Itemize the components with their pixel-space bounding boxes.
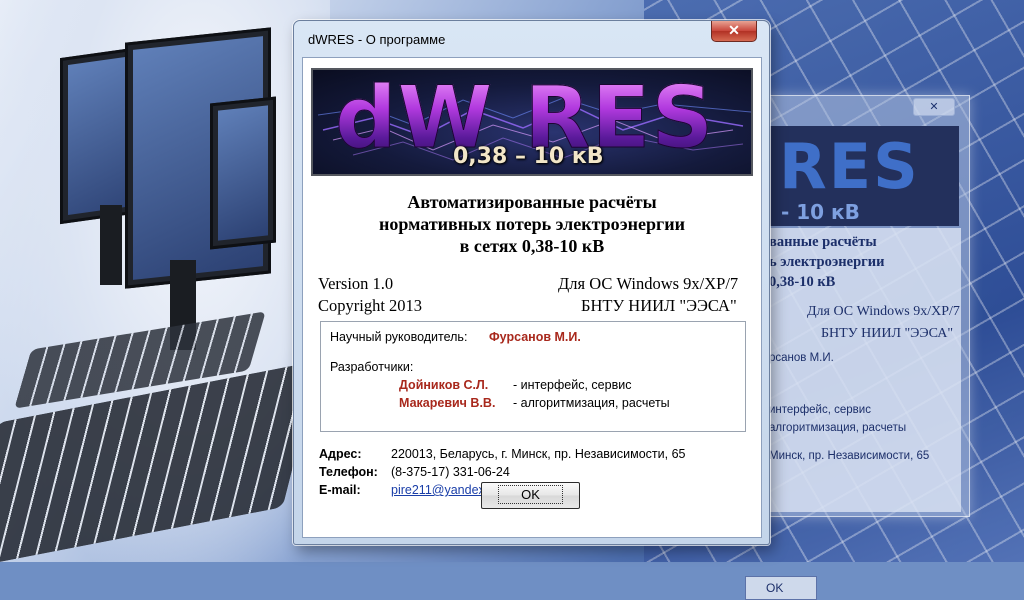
ok-button[interactable]: OK	[481, 482, 580, 509]
background-text: рсанов М.И.	[769, 352, 834, 364]
developer-role: - интерфейс, сервис	[513, 378, 632, 392]
app-description-line: нормативных потерь электроэнергии	[379, 214, 685, 234]
phone-value: (8-375-17) 331-06-24	[391, 465, 510, 479]
background-text: ванные расчёты	[769, 234, 877, 250]
background-dialog-titlebar: ✕	[741, 96, 969, 120]
supervisor-name: Фурсанов М.И.	[489, 330, 581, 344]
developer-role: - алгоритмизация, расчеты	[513, 396, 670, 410]
copyright-text: Copyright 2013	[318, 296, 423, 315]
os-support-text: Для ОС Windows 9x/XP/7	[558, 274, 739, 293]
about-dialog: dWRES - О программе ✕ dW RES 0,38 – 10 к…	[293, 20, 770, 545]
background-text: Минск, пр. Независимости, 65	[769, 450, 930, 462]
background-text: алгоритмизация, расчеты	[769, 422, 907, 434]
developers-label: Разработчики:	[330, 360, 414, 374]
authors-panel: Научный руководитель: Фурсанов М.И. Разр…	[320, 321, 746, 432]
dialog-content: dW RES 0,38 – 10 кВ Автоматизированные р…	[302, 57, 762, 538]
background-dialog-body: ванные расчёты ь электроэнергии 0,38-10 …	[745, 228, 961, 600]
monitor-image	[210, 96, 276, 250]
app-description-line: Автоматизированные расчёты	[407, 192, 657, 212]
background-text: ь электроэнергии	[769, 254, 885, 270]
close-button[interactable]: ✕	[711, 21, 757, 42]
monitor-stand	[100, 205, 122, 285]
developer-name: Дойников С.Л.	[399, 378, 489, 392]
background-text: Для ОС Windows 9x/XP/7	[807, 304, 960, 319]
app-description-line: в сетях 0,38-10 кВ	[459, 236, 605, 256]
background-ok-button: OK	[745, 576, 817, 600]
dialog-title: dWRES - О программе	[308, 32, 446, 47]
address-label: Адрес:	[319, 447, 362, 461]
background-text: БНТУ НИИЛ "ЭЭСА"	[821, 326, 954, 341]
app-logo-banner: dW RES 0,38 – 10 кВ	[311, 68, 753, 176]
background-text: 0,38-10 кВ	[769, 274, 836, 290]
ok-button-label: OK	[498, 485, 563, 504]
dialog-titlebar[interactable]: dWRES - О программе ✕	[294, 21, 769, 57]
close-icon: ✕	[913, 98, 955, 116]
background-logo-text: RES	[779, 130, 920, 203]
address-value: 220013, Беларусь, г. Минск, пр. Независи…	[391, 447, 686, 461]
phone-label: Телефон:	[319, 465, 378, 479]
organization-text: БНТУ НИИЛ "ЭЭСА"	[581, 296, 737, 315]
background-text: интерфейс, сервис	[769, 404, 871, 416]
developer-name: Макаревич В.В.	[399, 396, 496, 410]
close-icon: ✕	[728, 22, 740, 38]
background-dialog-window: ✕ RES - 10 кВ ванные расчёты ь электроэн…	[740, 95, 970, 600]
version-text: Version 1.0	[318, 274, 394, 293]
background-voltage-text: - 10 кВ	[781, 200, 860, 224]
voltage-range-text: 0,38 – 10 кВ	[453, 144, 604, 169]
supervisor-label: Научный руководитель:	[330, 330, 468, 344]
email-label: E-mail:	[319, 483, 361, 497]
